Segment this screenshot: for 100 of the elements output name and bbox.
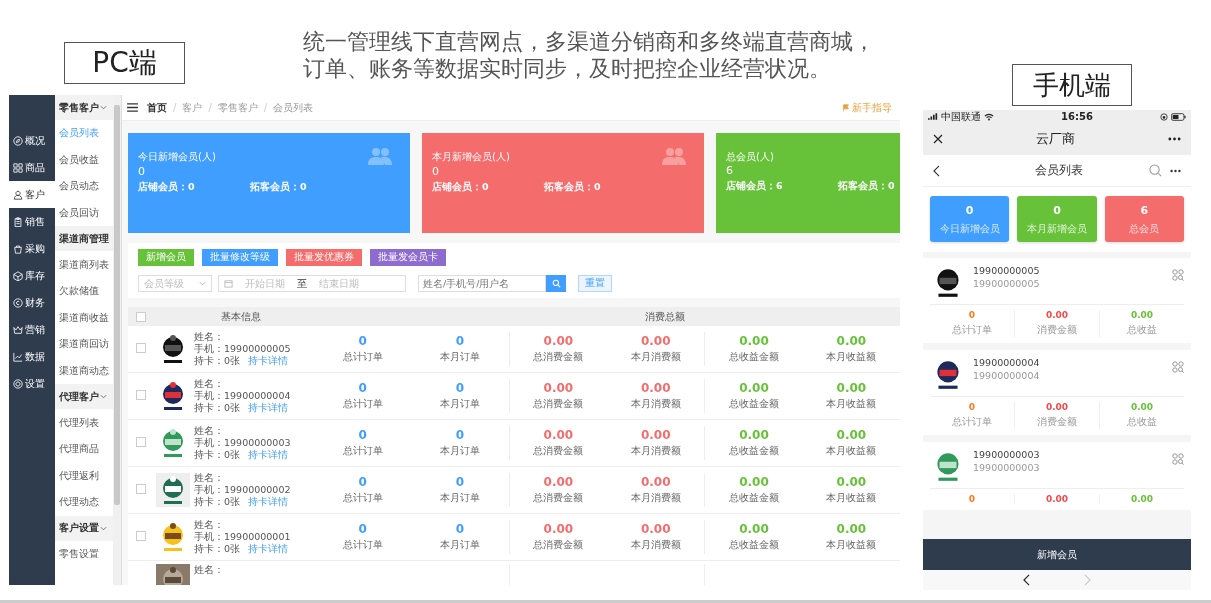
card-count: 持卡：0张 [194,355,241,367]
box-icon [13,270,23,281]
stat-label: 总消费金额 [532,397,585,411]
member-card[interactable]: 19900000004 19900000004 0 总计订单 0.00 消费金额 0.00 总收益 [923,350,1191,435]
submenu-group[interactable]: 渠道商管理 [55,226,113,252]
submenu-item[interactable]: 会员动态 [55,173,113,200]
submenu-item[interactable]: 代理列表 [55,409,113,436]
name-label: 姓名： [194,472,225,484]
more-icon[interactable] [1170,168,1181,173]
checkbox[interactable] [136,390,146,400]
search-field[interactable]: 姓名/手机号/用户名 [418,275,546,292]
checkbox[interactable] [136,311,146,322]
submenu-item[interactable]: 渠道商列表 [55,251,113,278]
card-value: 0 [138,165,146,178]
sidebar-item[interactable]: 销售 [9,208,55,235]
phone-number: 手机：19900000002 [194,484,292,496]
submenu-group[interactable]: 零售客户 [55,95,113,120]
submenu-item[interactable]: 渠道商动态 [55,357,113,385]
stat-label: 总计订单 [341,350,384,364]
sidebar-item[interactable]: 设置 [9,370,55,397]
card-title: 本月新增会员(人) [432,150,510,164]
close-icon[interactable] [933,134,943,144]
stat-value: 0 [454,475,466,489]
stat-label: 总计订单 [341,444,384,458]
stat-label: 本月消费额 [629,491,682,505]
stat-value: 0.00 [835,334,868,348]
submenu-item[interactable]: 渠道商回访 [55,331,113,358]
chart-icon [13,351,23,362]
checkbox[interactable] [136,343,146,353]
carrier-name: 中国联通 [941,110,981,124]
submenu-item[interactable]: 会员收益 [55,146,113,174]
shop-member-count: 店铺会员：0 [138,181,196,194]
submenu-group[interactable]: 代理客户 [55,384,113,410]
back-icon[interactable] [1023,574,1030,586]
stat-value: 0.00 [1044,402,1070,412]
wifi-icon [984,112,994,121]
submenu-item[interactable]: 零售设置 [55,540,113,568]
submenu-item[interactable]: 会员回访 [55,199,113,227]
submenu-item[interactable]: 欠款储值 [55,277,113,305]
stat-value: 0.00 [639,522,672,536]
stat-value: 0 [967,494,977,504]
user-icon [13,189,23,200]
member-code-icon[interactable] [1172,453,1184,465]
submenu-item[interactable]: 代理动态 [55,489,113,516]
sidebar-item[interactable]: 数据 [9,343,55,370]
member-code-icon[interactable] [1172,269,1184,281]
sidebar-item[interactable]: 采购 [9,235,55,262]
action-button[interactable]: 批量发会员卡 [370,249,446,266]
stat-label: 总计订单 [341,538,384,552]
stat-value: 0.00 [542,381,575,395]
breadcrumb-link[interactable]: 首页 [147,100,167,115]
submenu-item[interactable]: 代理商品 [55,435,113,463]
stat-value: 0.00 [639,428,672,442]
stat-value: 0.00 [542,475,575,489]
stat-value: 0 [357,522,368,536]
column-header: 消费总额 [645,309,685,324]
add-member-button[interactable]: 新增会员 [923,539,1191,570]
sidebar-item[interactable]: 营销 [9,316,55,343]
sidebar-item[interactable]: 库存 [9,262,55,289]
checkbox[interactable] [136,437,146,447]
sidebar-item[interactable]: 客户 [9,181,55,208]
checkbox[interactable] [136,484,146,494]
member-card[interactable]: 19900000005 19900000005 0 总计订单 0.00 消费金额 0.00 总收益 [923,258,1191,343]
menu-icon[interactable] [127,103,138,112]
stat-value: 0 [357,428,368,442]
stat-label: 总消费金额 [532,538,585,552]
stat-label: 本月消费额 [629,444,682,458]
name-label: 姓名： [194,331,225,343]
search-icon[interactable] [1149,164,1162,177]
sidebar-item[interactable]: 财务 [9,289,55,316]
submenu-item[interactable]: 代理返利 [55,462,113,490]
forward-icon[interactable] [1084,574,1091,586]
back-icon[interactable] [933,164,940,177]
submenu-group[interactable]: 客户设置 [55,515,113,541]
member-card[interactable]: 19900000003 19900000003 0 0.00 0.00 [923,442,1191,510]
clock-time: 16:56 [1061,111,1093,122]
stat-label: 本月订单 [439,397,481,411]
stat-value: 0 [967,310,977,320]
checkbox[interactable] [136,531,146,541]
stat-value: 0.00 [1129,494,1155,504]
sidebar-item[interactable]: 商品 [9,154,55,181]
member-code-icon[interactable] [1172,361,1184,373]
name-label: 姓名： [194,519,225,531]
stat-value: 0 [454,381,466,395]
calendar-icon [224,279,233,288]
stat-value: 0.00 [738,428,770,442]
scrollbar[interactable] [113,95,121,585]
coin-icon [13,297,23,308]
phone-number: 手机：19900000003 [194,437,292,449]
search-button[interactable] [546,275,566,292]
stat-value: 0.00 [639,381,672,395]
stat-value: 0.00 [835,522,868,536]
submenu-item[interactable]: 渠道商收益 [55,304,113,332]
settings-icon [13,378,23,389]
page-title: 会员列表 [1033,162,1084,179]
sidebar-item[interactable]: 概况 [9,127,55,154]
more-icon[interactable] [1168,137,1181,141]
phone-number: 手机：19900000005 [194,343,292,355]
stat-value: 0.00 [542,522,575,536]
stat-label: 本月收益额 [825,538,878,552]
